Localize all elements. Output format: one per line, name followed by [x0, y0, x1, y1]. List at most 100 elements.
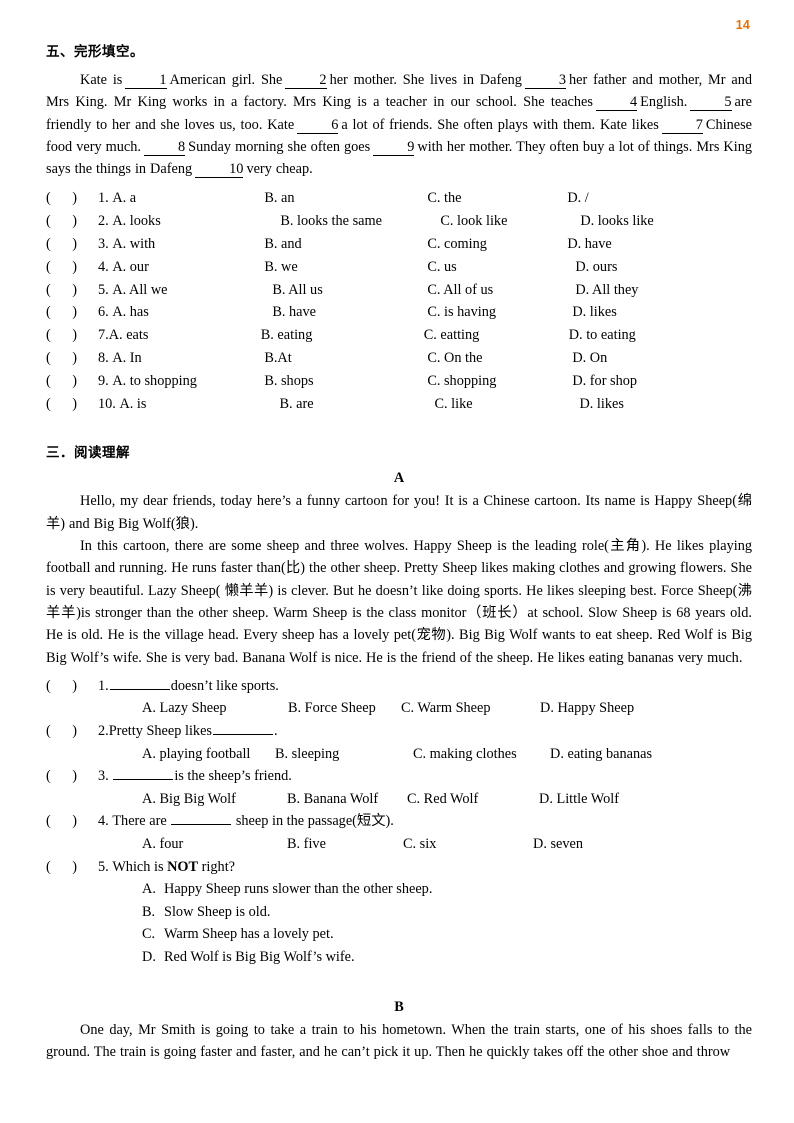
choice-b[interactable]: B. eating: [261, 324, 424, 347]
choice-d[interactable]: D. Happy Sheep: [540, 697, 634, 720]
choice-c[interactable]: C. us: [427, 256, 575, 279]
cloze-text-2: American girl. She: [169, 72, 283, 88]
choice-a[interactable]: A. our: [112, 256, 264, 279]
answer-bracket[interactable]: ( ): [46, 256, 98, 279]
answer-bracket[interactable]: ( ): [46, 279, 98, 302]
choice-c[interactable]: C. making clothes: [413, 743, 550, 766]
question-number: 7.: [98, 327, 109, 344]
choice-d[interactable]: D. eating bananas: [550, 743, 652, 766]
choice-b[interactable]: B. Banana Wolf: [287, 788, 407, 811]
answer-bracket[interactable]: ( ): [46, 324, 98, 347]
choice-d[interactable]: D. have: [567, 233, 611, 256]
choice-d[interactable]: D. likes: [579, 393, 623, 416]
cloze-questions-list: ( ) 1. A. a B. an C. the D. / ( ) 2. A. looks…: [46, 187, 752, 415]
passage-a-para-1: Hello, my dear friends, today here’s a f…: [46, 493, 752, 532]
choice-d[interactable]: D. looks like: [580, 210, 653, 233]
question-number: 2.: [98, 213, 109, 230]
choice-c[interactable]: C. Warm Sheep: [401, 697, 540, 720]
choice-c[interactable]: C. Red Wolf: [407, 788, 539, 811]
choice-b[interactable]: B. are: [279, 393, 434, 416]
choice-b[interactable]: B. All us: [272, 279, 427, 302]
option-line[interactable]: D. Red Wolf is Big Big Wolf’s wife.: [142, 946, 752, 969]
choice-d[interactable]: D. /: [567, 187, 588, 210]
choice-b[interactable]: B. sleeping: [275, 743, 413, 766]
choice-b[interactable]: B.At: [264, 347, 427, 370]
cloze-blank-9: 9: [373, 139, 415, 156]
option-line[interactable]: C. Warm Sheep has a lovely pet.: [142, 923, 752, 946]
choice-b[interactable]: B. looks the same: [280, 210, 440, 233]
option-letter: D.: [142, 948, 156, 965]
choice-b[interactable]: B. shops: [264, 370, 427, 393]
choice-d[interactable]: D. All they: [575, 279, 638, 302]
answer-bracket[interactable]: ( ): [46, 301, 98, 324]
answer-bracket[interactable]: ( ): [46, 210, 98, 233]
choice-a[interactable]: A. has: [112, 301, 272, 324]
option-line[interactable]: B. Slow Sheep is old.: [142, 901, 752, 924]
choice-a[interactable]: A. All we: [112, 279, 272, 302]
choice-b[interactable]: B. have: [272, 301, 427, 324]
choice-c[interactable]: C. look like: [440, 210, 580, 233]
question-number: 5.: [98, 858, 109, 875]
choice-d[interactable]: D. for shop: [572, 370, 637, 393]
choice-d[interactable]: D. Little Wolf: [539, 788, 619, 811]
question-number: 3.: [98, 236, 109, 253]
question-text: Pretty Sheep likes: [108, 723, 212, 740]
choice-b[interactable]: B. and: [264, 233, 427, 256]
answer-bracket[interactable]: ( ): [46, 765, 98, 788]
question-number: 6.: [98, 304, 109, 321]
cloze-blank-6: 6: [297, 117, 339, 134]
choice-d[interactable]: D. ours: [575, 256, 617, 279]
choice-b[interactable]: B. we: [264, 256, 427, 279]
choice-c[interactable]: C. like: [434, 393, 579, 416]
choice-b[interactable]: B. an: [264, 187, 427, 210]
cloze-blank-2: 2: [285, 73, 327, 89]
choice-b[interactable]: B. five: [287, 833, 403, 856]
answer-bracket[interactable]: ( ): [46, 720, 98, 743]
choice-a[interactable]: A. Lazy Sheep: [142, 697, 288, 720]
choice-a[interactable]: A. is: [119, 393, 279, 416]
choice-d[interactable]: D. likes: [572, 301, 616, 324]
passage-b-para-1: One day, Mr Smith is going to take a tra…: [46, 1021, 752, 1060]
choice-a[interactable]: A. to shopping: [112, 370, 264, 393]
option-line[interactable]: A. Happy Sheep runs slower than the other…: [142, 878, 752, 901]
answer-bracket[interactable]: ( ): [46, 370, 98, 393]
question-text-end: sheep in the passage(短文).: [235, 813, 394, 830]
cloze-text-5: English.: [640, 94, 688, 111]
cloze-passage: Kate is 1 American girl. She 2 her mother. S…: [46, 69, 752, 180]
choice-d[interactable]: D. to eating: [569, 324, 636, 347]
choice-a[interactable]: A. looks: [112, 210, 280, 233]
choice-c[interactable]: C. eatting: [424, 324, 569, 347]
cloze-question-row: ( ) 3. A. with B. and C. coming D. have: [46, 233, 752, 256]
page-number: 14: [735, 18, 750, 32]
cloze-blank-5: 5: [690, 95, 732, 112]
choice-b[interactable]: B. Force Sheep: [288, 697, 401, 720]
answer-bracket[interactable]: ( ): [46, 393, 98, 416]
choice-c[interactable]: C. six: [403, 833, 533, 856]
choice-a[interactable]: A. Big Big Wolf: [142, 788, 287, 811]
answer-bracket[interactable]: ( ): [46, 675, 98, 698]
answer-bracket[interactable]: ( ): [46, 810, 98, 833]
answer-bracket[interactable]: ( ): [46, 856, 98, 879]
choice-c[interactable]: C. shopping: [427, 370, 572, 393]
choice-c[interactable]: C. coming: [427, 233, 567, 256]
choice-a[interactable]: A. with: [112, 233, 264, 256]
cloze-blank-1: 1: [125, 73, 167, 89]
question-number: 4.: [98, 258, 109, 275]
choice-d[interactable]: D. On: [572, 347, 607, 370]
choice-c[interactable]: C. the: [427, 187, 567, 210]
answer-bracket[interactable]: ( ): [46, 233, 98, 256]
choice-d[interactable]: D. seven: [533, 833, 583, 856]
choice-a[interactable]: A. a: [112, 187, 264, 210]
answer-bracket[interactable]: ( ): [46, 187, 98, 210]
choice-a[interactable]: A. playing football: [142, 743, 275, 766]
reading-question-stem: ( ) 3. is the sheep’s friend.: [46, 765, 752, 788]
passage-a-para-2: In this cartoon, there are some sheep an…: [46, 538, 752, 666]
choice-c[interactable]: C. All of us: [427, 279, 575, 302]
choice-a[interactable]: A. In: [112, 347, 264, 370]
choice-a[interactable]: A. four: [142, 833, 287, 856]
choice-c[interactable]: C. is having: [427, 301, 572, 324]
answer-bracket[interactable]: ( ): [46, 347, 98, 370]
choice-c[interactable]: C. On the: [427, 347, 572, 370]
option-text: Red Wolf is Big Big Wolf’s wife.: [164, 948, 355, 965]
choice-a[interactable]: A. eats: [109, 324, 261, 347]
